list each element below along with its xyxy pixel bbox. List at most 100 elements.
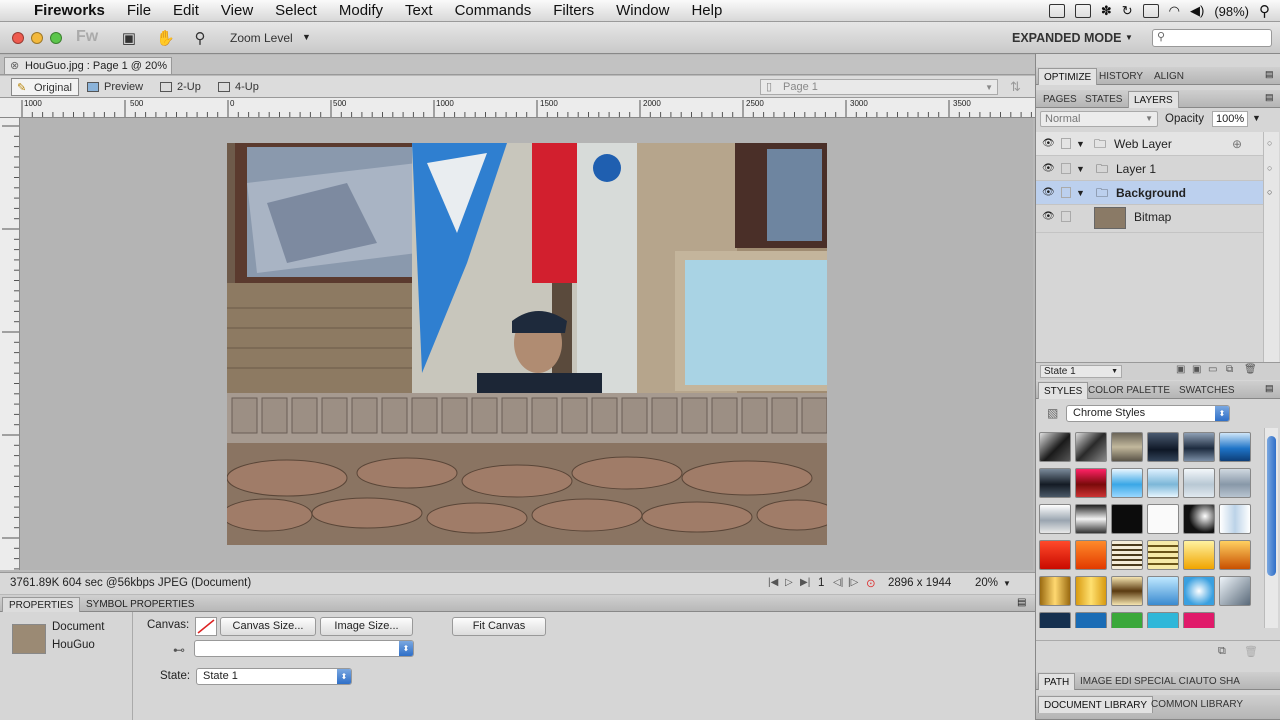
hand-tool-icon[interactable]: ✋ (156, 29, 175, 47)
panel-menu-icon[interactable]: ▤ (1265, 69, 1274, 80)
record-icon[interactable]: ⊙ (866, 576, 876, 590)
target-icon[interactable]: ○ (1267, 138, 1272, 148)
minimize-window-button[interactable] (31, 32, 43, 44)
volume-icon[interactable]: ◀) (1190, 3, 1204, 19)
next-frame-icon[interactable]: |▷ (848, 577, 858, 588)
style-swatch[interactable] (1075, 504, 1107, 534)
last-frame-icon[interactable]: ▶| (800, 577, 810, 588)
style-swatch[interactable] (1111, 540, 1143, 570)
delete-style-icon[interactable]: 🗑 (1244, 645, 1258, 658)
tab-layers[interactable]: LAYERS (1128, 91, 1179, 108)
trash-icon[interactable]: 🗑 (1244, 364, 1257, 375)
collapse-icon[interactable]: ▼ (1076, 132, 1085, 156)
tab-common-library[interactable]: COMMON LIBRARY (1146, 696, 1248, 713)
layer-row-web-layer[interactable]: 👁 ▼ 🗀 Web Layer ⊕ (1036, 132, 1263, 156)
new-sublayer-icon[interactable]: ▣ (1192, 364, 1201, 375)
target-icon[interactable]: ○ (1267, 163, 1272, 173)
opacity-input[interactable]: 100% (1212, 111, 1248, 127)
style-swatch[interactable] (1111, 468, 1143, 498)
copy-icon[interactable] (1074, 4, 1091, 18)
tab-history[interactable]: HISTORY (1094, 68, 1148, 85)
menu-modify[interactable]: Modify (339, 2, 383, 19)
eye-icon[interactable]: 👁 (1042, 132, 1055, 156)
close-window-button[interactable] (12, 32, 24, 44)
sync-icon[interactable]: ↻ (1122, 3, 1133, 19)
style-swatch[interactable] (1183, 576, 1215, 606)
zoom-level-dropdown[interactable]: Zoom Level (230, 31, 293, 45)
search-input[interactable]: ⚲ (1152, 29, 1272, 47)
collapse-icon[interactable]: ▼ (1076, 157, 1085, 181)
view-preview-tab[interactable]: Preview (82, 78, 149, 96)
style-swatch[interactable] (1111, 576, 1143, 606)
style-swatch[interactable] (1075, 576, 1107, 606)
fit-canvas-button[interactable]: Fit Canvas (452, 617, 546, 636)
view-2up-tab[interactable]: 2-Up (155, 78, 207, 96)
style-swatch[interactable] (1183, 432, 1215, 462)
layer-row-background[interactable]: 👁 ▼ 🗀 Background (1036, 181, 1263, 205)
close-tab-icon[interactable]: ⊗ (10, 58, 19, 74)
style-swatch[interactable] (1039, 468, 1071, 498)
mask-icon[interactable]: ▭ (1208, 364, 1217, 375)
canvas-color-swatch[interactable] (195, 617, 217, 636)
new-layer-icon[interactable]: ▣ (1176, 364, 1185, 375)
duplicate-icon[interactable]: ⧉ (1226, 364, 1233, 375)
page-options-icon[interactable]: ⇅ (1010, 79, 1021, 95)
tab-optimize[interactable]: OPTIMIZE (1038, 68, 1098, 85)
url-select[interactable]: ⬍ (194, 640, 414, 657)
zoom-select[interactable]: 20% (975, 577, 998, 589)
workspace-mode-dropdown[interactable]: EXPANDED MODE (1012, 31, 1122, 45)
play-icon[interactable]: ▷ (785, 577, 793, 588)
style-swatch[interactable] (1075, 612, 1107, 628)
panel-menu-icon[interactable]: ▤ (1265, 92, 1274, 103)
lock-toggle[interactable] (1061, 138, 1071, 149)
eye-icon[interactable]: 👁 (1042, 181, 1055, 205)
style-swatch[interactable] (1147, 504, 1179, 534)
menu-window[interactable]: Window (616, 2, 669, 19)
style-swatch[interactable] (1039, 540, 1071, 570)
style-swatch[interactable] (1111, 504, 1143, 534)
lock-toggle[interactable] (1061, 163, 1071, 174)
chevron-down-icon[interactable]: ▼ (1003, 579, 1011, 588)
style-swatch[interactable] (1075, 432, 1107, 462)
menu-text[interactable]: Text (405, 2, 433, 19)
menu-edit[interactable]: Edit (173, 2, 199, 19)
new-style-icon[interactable]: ⧉ (1218, 645, 1226, 658)
tab-pages[interactable]: PAGES (1038, 91, 1082, 108)
styles-scrollbar[interactable] (1264, 428, 1278, 628)
menu-app-name[interactable]: Fireworks (34, 2, 105, 19)
style-swatch[interactable] (1147, 576, 1179, 606)
wifi-icon[interactable]: ◠ (1169, 3, 1180, 19)
tab-auto-shape[interactable]: AUTO SHA (1184, 673, 1245, 690)
style-swatch[interactable] (1039, 612, 1071, 628)
lock-toggle[interactable] (1061, 211, 1071, 222)
blend-mode-select[interactable]: Normal ▼ (1040, 111, 1158, 127)
layer-row-layer-1[interactable]: 👁 ▼ 🗀 Layer 1 (1036, 157, 1263, 181)
eye-icon[interactable]: 👁 (1042, 205, 1055, 229)
style-set-select[interactable]: Chrome Styles ⬍ (1066, 405, 1230, 422)
screen-capture-icon[interactable] (1048, 4, 1065, 18)
tab-color-palette[interactable]: COLOR PALETTE (1083, 382, 1175, 399)
style-swatch[interactable] (1219, 576, 1251, 606)
image-size-button[interactable]: Image Size... (320, 617, 413, 636)
first-frame-icon[interactable]: |◀ (768, 577, 778, 588)
view-4up-tab[interactable]: 4-Up (213, 78, 265, 96)
tab-align[interactable]: ALIGN (1149, 68, 1189, 85)
zoom-window-button[interactable] (50, 32, 62, 44)
chevron-down-icon[interactable]: ▼ (1125, 33, 1133, 42)
menu-select[interactable]: Select (275, 2, 317, 19)
view-original-tab[interactable]: ✎ Original (11, 78, 79, 96)
target-icon[interactable]: ○ (1267, 187, 1272, 197)
tab-path[interactable]: PATH (1038, 673, 1076, 690)
style-swatch[interactable] (1219, 540, 1251, 570)
tab-symbol-properties[interactable]: SYMBOL PROPERTIES (80, 597, 200, 612)
lock-toggle[interactable] (1061, 187, 1071, 198)
menu-commands[interactable]: Commands (455, 2, 532, 19)
tab-swatches[interactable]: SWATCHES (1174, 382, 1240, 399)
style-swatch[interactable] (1039, 576, 1071, 606)
panel-menu-icon[interactable]: ▤ (1017, 597, 1026, 608)
style-swatch[interactable] (1219, 504, 1251, 534)
tab-states[interactable]: STATES (1080, 91, 1127, 108)
page-select[interactable]: ▯ Page 1 ▼ (760, 79, 998, 95)
state-select[interactable]: State 1 ▼ (1040, 365, 1122, 378)
document-image[interactable] (227, 143, 827, 545)
